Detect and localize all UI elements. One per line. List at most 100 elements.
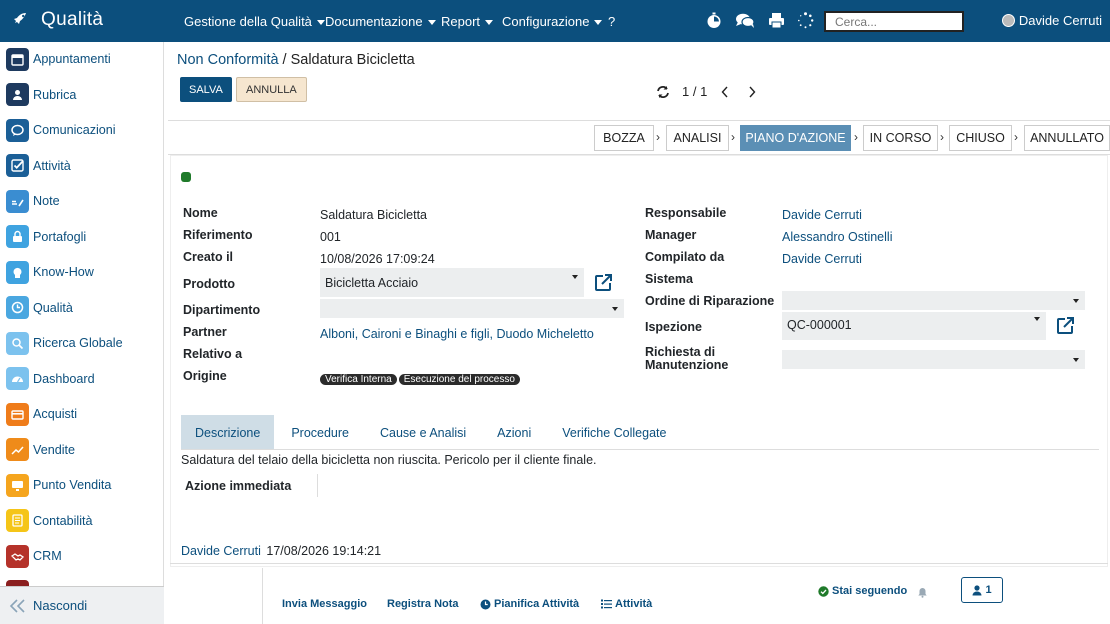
status-step-in-corso[interactable]: IN CORSO bbox=[863, 125, 938, 151]
followers-button[interactable]: 1 bbox=[961, 577, 1003, 603]
field-ordine-riparazione-select[interactable] bbox=[782, 291, 1085, 310]
description-field[interactable]: Saldatura del telaio della bicicletta no… bbox=[181, 453, 597, 467]
tab-descrizione[interactable]: Descrizione bbox=[181, 415, 275, 450]
activities-label: Attività bbox=[615, 598, 653, 610]
field-ispezione-select[interactable]: QC-000001 bbox=[782, 312, 1046, 340]
chevron-left-icon[interactable] bbox=[721, 86, 729, 98]
chevron-right-icon[interactable] bbox=[748, 86, 756, 98]
top-navbar: Qualità Gestione della Qualità Documenta… bbox=[0, 0, 1110, 42]
tag-verifica-interna[interactable]: Verifica Interna bbox=[320, 374, 397, 385]
schedule-activity-button[interactable]: Pianifica Attività bbox=[480, 598, 579, 610]
sidebar-item-crm[interactable]: CRM bbox=[6, 544, 62, 568]
check-icon bbox=[6, 154, 29, 177]
sidebar-item-note[interactable]: Note bbox=[6, 189, 60, 213]
sidebar-item-attivit[interactable]: Attività bbox=[6, 154, 71, 178]
lock-icon bbox=[6, 225, 29, 248]
log-note-button[interactable]: Registra Nota bbox=[387, 598, 459, 610]
sidebar-item-ricerca-globale[interactable]: Ricerca Globale bbox=[6, 331, 123, 355]
chevron-right-icon: › bbox=[1014, 130, 1018, 144]
sidebar-hide-button[interactable]: Nascondi bbox=[0, 586, 164, 624]
field-label-manager: Manager bbox=[645, 228, 697, 242]
user-icon bbox=[972, 584, 982, 596]
tab-azioni[interactable]: Azioni bbox=[483, 415, 545, 450]
field-label-nome: Nome bbox=[183, 206, 218, 220]
log-author[interactable]: Davide Cerruti bbox=[181, 544, 261, 558]
activities-button[interactable]: Attività bbox=[601, 598, 652, 610]
sidebar-item-label: Ricerca Globale bbox=[33, 336, 123, 350]
azione-immediata-field[interactable] bbox=[317, 474, 318, 497]
sidebar-item-qualit[interactable]: Qualità bbox=[6, 296, 73, 320]
field-nome[interactable]: Saldatura Bicicletta bbox=[320, 208, 427, 222]
menu-label: Configurazione bbox=[502, 14, 590, 29]
sidebar-item-acquisti[interactable]: Acquisti bbox=[6, 402, 77, 426]
menu-documentazione[interactable]: Documentazione bbox=[325, 14, 436, 29]
menu-report[interactable]: Report bbox=[441, 14, 494, 29]
user-name: Davide Cerruti bbox=[1018, 13, 1102, 28]
sidebar-item-portafogli[interactable]: Portafogli bbox=[6, 225, 86, 249]
sidebar-item-contabilit[interactable]: Contabilità bbox=[6, 509, 93, 533]
sidebar-item-punto-vendita[interactable]: Punto Vendita bbox=[6, 473, 111, 497]
field-prodotto-select[interactable]: Bicicletta Acciaio bbox=[320, 268, 584, 297]
sidebar-item-label: Vendite bbox=[33, 442, 76, 457]
status-step-annullato[interactable]: ANNULLATO bbox=[1024, 125, 1110, 151]
user-menu[interactable]: Davide Cerruti bbox=[1001, 13, 1102, 28]
breadcrumb-parent[interactable]: Non Conformità bbox=[177, 52, 279, 68]
contacts-icon bbox=[6, 83, 29, 106]
timer-icon[interactable] bbox=[706, 12, 722, 32]
save-button[interactable]: SALVA bbox=[180, 77, 232, 102]
main-content: Non Conformità / Saldatura Bicicletta SALV… bbox=[168, 42, 1110, 624]
sidebar-item-vendite[interactable]: Vendite bbox=[6, 438, 75, 462]
log-entry: Davide Cerruti 17/08/2026 19:14:21 bbox=[181, 544, 381, 558]
calendar-icon bbox=[6, 47, 29, 71]
menu-configurazione[interactable]: Configurazione bbox=[502, 14, 603, 29]
help-menu[interactable]: ? bbox=[608, 14, 615, 29]
following-toggle[interactable]: Stai seguendo bbox=[818, 585, 907, 597]
sidebar-item-rubrica[interactable]: Rubrica bbox=[6, 83, 76, 107]
external-link-icon[interactable] bbox=[1055, 316, 1075, 339]
chat-icon[interactable] bbox=[735, 12, 755, 32]
sidebar-item-dashboard[interactable]: Dashboard bbox=[6, 367, 95, 391]
field-label-origine: Origine bbox=[183, 369, 227, 383]
sidebar-item-label: Attività bbox=[33, 158, 71, 173]
field-richiesta-manutenzione-select[interactable] bbox=[782, 350, 1085, 369]
pager: 1 / 1 bbox=[656, 84, 756, 99]
caret-down-icon bbox=[594, 20, 603, 25]
field-label-ordine-riparazione: Ordine di Riparazione bbox=[645, 294, 775, 308]
refresh-icon[interactable] bbox=[656, 85, 670, 99]
app-brand[interactable]: Qualità bbox=[12, 9, 103, 31]
following-label: Stai seguendo bbox=[832, 585, 908, 597]
status-step-bozza[interactable]: BOZZA bbox=[594, 125, 654, 151]
status-step-piano-azione[interactable]: PIANO D'AZIONE bbox=[740, 125, 851, 151]
dashboard-icon bbox=[6, 367, 29, 390]
field-responsabile[interactable]: Davide Cerruti bbox=[782, 208, 862, 222]
rocket-icon bbox=[12, 11, 28, 30]
field-riferimento[interactable]: 001 bbox=[320, 230, 341, 244]
tab-procedure[interactable]: Procedure bbox=[277, 415, 363, 450]
print-icon[interactable] bbox=[768, 12, 785, 32]
origine-tags: Verifica Interna Esecuzione del processo bbox=[320, 370, 522, 385]
field-manager[interactable]: Alessandro Ostinelli bbox=[782, 230, 892, 244]
loading-icon bbox=[797, 12, 814, 32]
field-label-ispezione: Ispezione bbox=[645, 320, 702, 334]
brain-icon bbox=[6, 260, 29, 284]
status-bar: BOZZA › ANALISI › PIANO D'AZIONE › IN CO… bbox=[168, 120, 1110, 155]
search-input[interactable]: Cerca... bbox=[824, 11, 964, 32]
sidebar-item-know-how[interactable]: Know-How bbox=[6, 260, 94, 284]
tab-cause-analisi[interactable]: Cause e Analisi bbox=[366, 415, 480, 450]
status-step-chiuso[interactable]: CHIUSO bbox=[949, 125, 1012, 151]
status-step-analisi[interactable]: ANALISI bbox=[666, 125, 729, 151]
field-compilato-da[interactable]: Davide Cerruti bbox=[782, 252, 862, 266]
cancel-button[interactable]: ANNULLA bbox=[236, 77, 307, 102]
menu-gestione-qualita[interactable]: Gestione della Qualità bbox=[184, 14, 325, 29]
sidebar-item-label: CRM bbox=[33, 549, 62, 563]
tag-esecuzione-processo[interactable]: Esecuzione del processo bbox=[398, 374, 520, 385]
sidebar-item-appuntamenti[interactable]: Appuntamenti bbox=[6, 47, 111, 71]
field-dipartimento-select[interactable] bbox=[320, 299, 624, 318]
bell-icon[interactable] bbox=[917, 586, 928, 601]
tab-verifiche-collegate[interactable]: Verifiche Collegate bbox=[548, 415, 680, 450]
send-message-button[interactable]: Invia Messaggio bbox=[282, 598, 367, 610]
notebook-tabs: Descrizione Procedure Cause e Analisi Az… bbox=[181, 415, 680, 450]
sidebar-item-comunicazioni[interactable]: Comunicazioni bbox=[6, 118, 116, 142]
external-link-icon[interactable] bbox=[593, 273, 613, 296]
field-partner[interactable]: Alboni, Caironi e Binaghi e figli, Duodo… bbox=[320, 327, 594, 341]
